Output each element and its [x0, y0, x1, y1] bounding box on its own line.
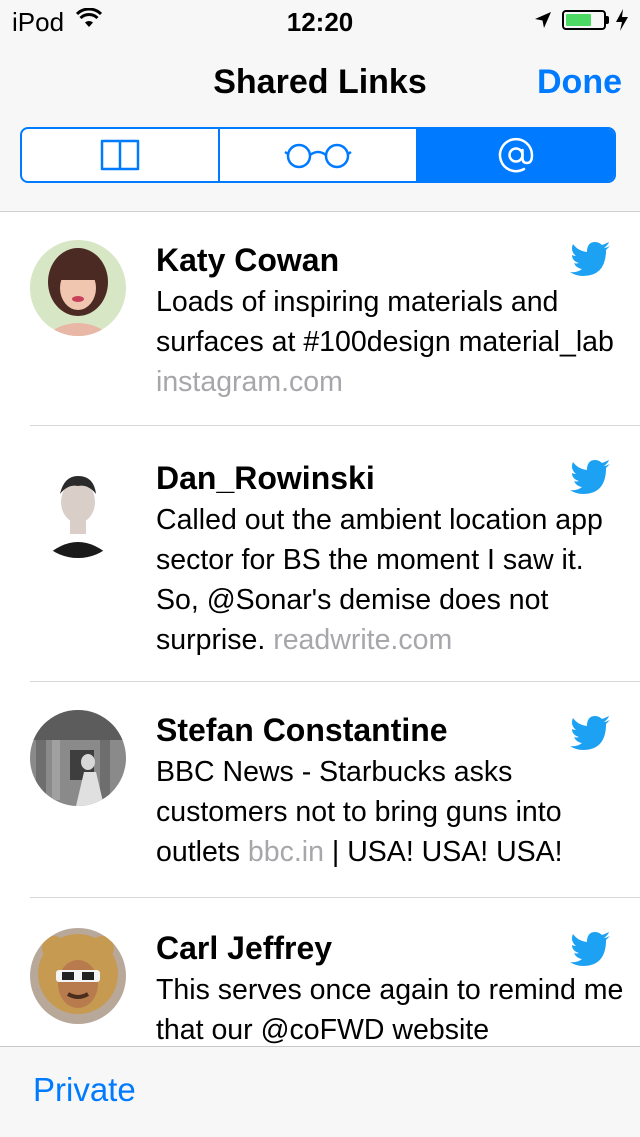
battery-nub — [606, 16, 609, 24]
link-domain: instagram.com — [156, 366, 343, 398]
location-arrow-icon — [535, 12, 551, 28]
private-button[interactable]: Private — [33, 1071, 136, 1109]
list-item[interactable]: Stefan Constantine BBC News - Starbucks … — [0, 682, 640, 898]
tab-bookmarks[interactable] — [22, 129, 220, 181]
link-domain: bbc.in — [247, 836, 324, 868]
status-bar: iPod 12:20 — [0, 0, 640, 40]
author-name: Dan_Rowinski — [156, 460, 375, 496]
author-name: Carl Jeffrey — [156, 930, 333, 966]
twitter-bird-icon — [570, 242, 610, 276]
done-button[interactable]: Done — [537, 63, 622, 102]
link-domain: readwrite.com — [273, 624, 453, 656]
segmented-control — [20, 127, 616, 183]
tab-reading-list[interactable] — [220, 129, 418, 181]
link-text: Called out the ambient location app sect… — [156, 500, 626, 660]
avatar — [30, 462, 126, 558]
list-item[interactable]: Katy Cowan Loads of inspiring materials … — [0, 212, 640, 426]
twitter-bird-icon — [570, 716, 610, 750]
author-name: Katy Cowan — [156, 242, 340, 278]
at-icon — [498, 137, 534, 173]
charging-bolt-icon — [616, 9, 628, 31]
twitter-bird-icon — [570, 460, 610, 494]
header: iPod 12:20 Shared Links Done — [0, 0, 640, 212]
author-name: Stefan Constantine — [156, 712, 448, 748]
link-text: This serves once again to remind me that… — [156, 970, 626, 1050]
tweet-text: Loads of inspiring materials and surface… — [156, 286, 614, 358]
list-item[interactable]: Dan_Rowinski Called out the ambient loca… — [0, 426, 640, 682]
book-icon — [100, 139, 140, 171]
avatar — [30, 928, 126, 1024]
avatar — [30, 240, 126, 336]
list-item[interactable]: Carl Jeffrey This serves once again to r… — [0, 898, 640, 1048]
twitter-bird-icon — [570, 932, 610, 966]
bottom-toolbar: Private — [0, 1046, 640, 1137]
glasses-icon — [284, 143, 352, 169]
tweet-text: This serves once again to remind me that… — [156, 974, 624, 1046]
battery-icon — [562, 10, 606, 30]
tab-shared-links[interactable] — [418, 129, 614, 181]
battery-level — [566, 14, 592, 26]
link-text: Loads of inspiring materials and surface… — [156, 282, 626, 402]
avatar — [30, 710, 126, 806]
shared-links-list: Katy Cowan Loads of inspiring materials … — [0, 212, 640, 1048]
link-text: BBC News - Starbucks asks customers not … — [156, 752, 626, 872]
tweet-text-suffix: | USA! USA! USA! — [331, 836, 563, 868]
